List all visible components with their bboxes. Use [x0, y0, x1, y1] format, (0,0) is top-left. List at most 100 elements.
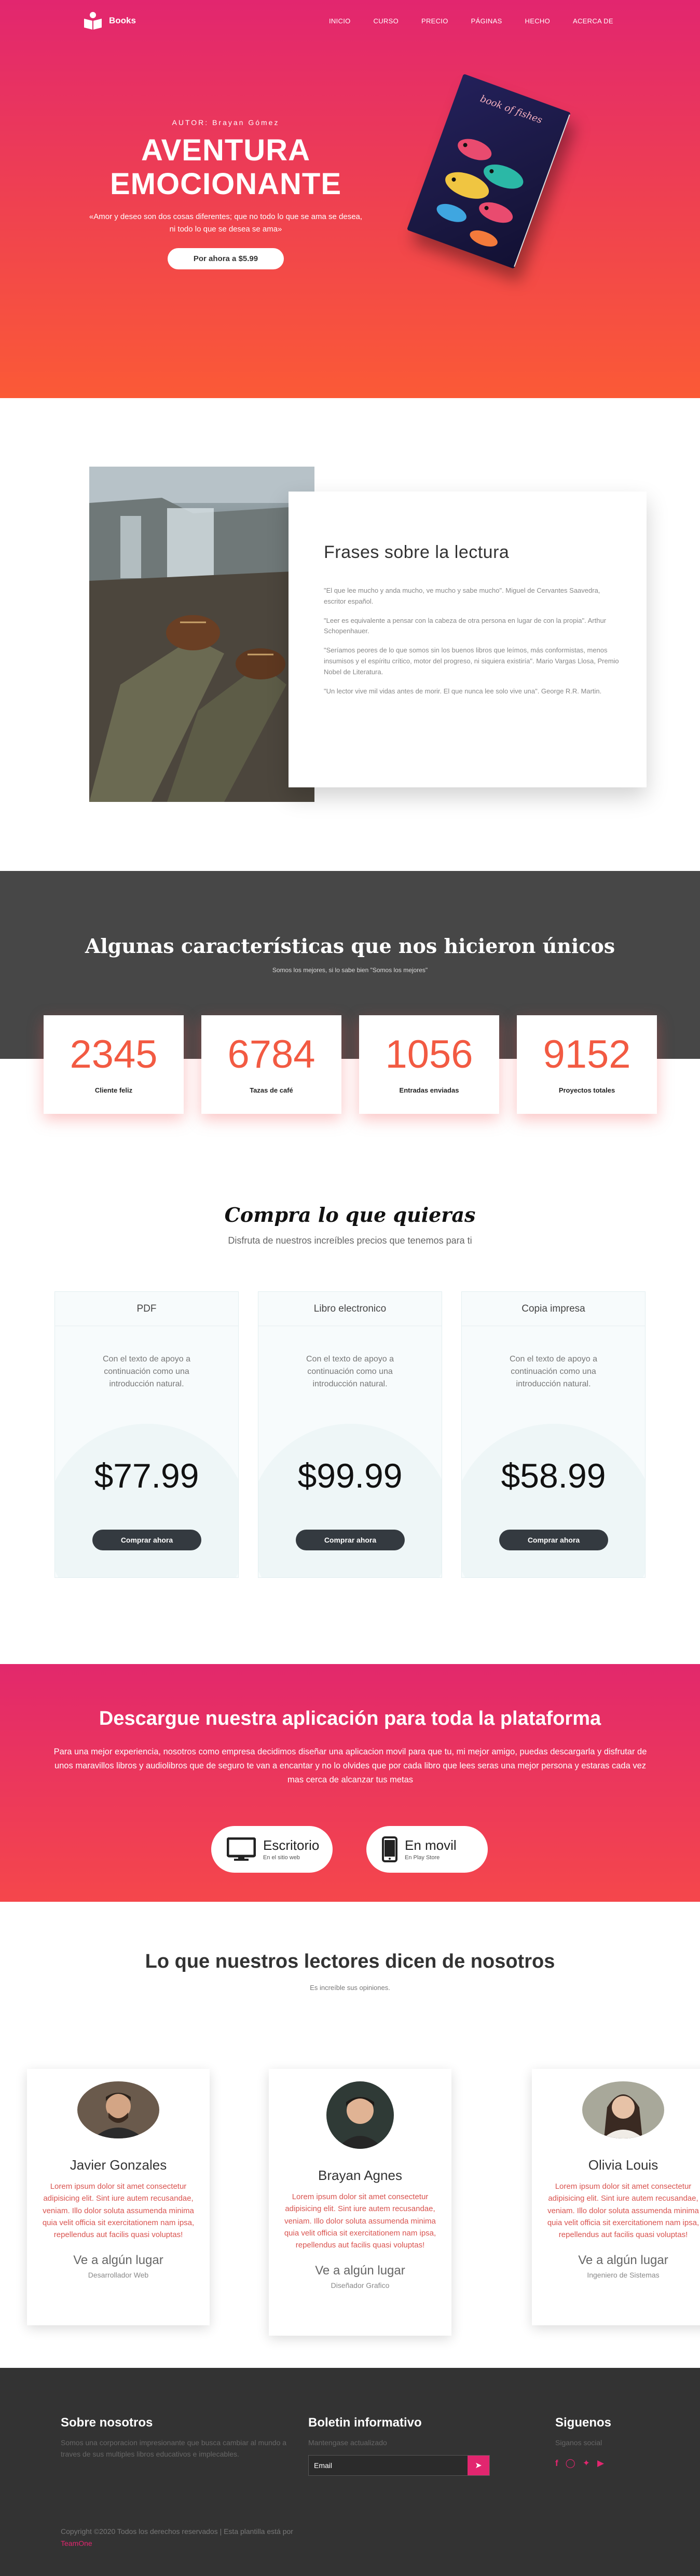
- plan-price: $58.99: [501, 1456, 606, 1495]
- avatar-olivia-image: [582, 2081, 664, 2138]
- nav-inicio[interactable]: INICIO: [329, 17, 351, 25]
- waterfall-boots-image: [89, 467, 314, 802]
- hero-quote-line2: ni todo lo que se desea se ama»: [169, 224, 282, 234]
- copyright: Copyright ©2020 Todos los derechos reser…: [61, 2526, 310, 2550]
- pricing-subtitle: Disfruta de nuestros increíbles precios …: [228, 1235, 472, 1246]
- pricing-section: Compra lo que quieras Disfruta de nuestr…: [0, 1141, 700, 1664]
- stat-card-coffee: 6784 Tazas de café: [201, 1015, 341, 1114]
- download-text: Para una mejor experiencia, nosotros com…: [53, 1747, 647, 1785]
- avatar-brayan-image: [326, 2081, 394, 2149]
- quotes-title: Frases sobre la lectura: [324, 542, 510, 562]
- desktop-label: Escritorio: [263, 1837, 320, 1853]
- quote-item: "Leer es equivalente a pensar con la cab…: [324, 616, 607, 635]
- nav-curso[interactable]: CURSO: [374, 17, 399, 25]
- instagram-icon[interactable]: ◯: [566, 2458, 575, 2469]
- mobile-sublabel: En Play Store: [405, 1854, 440, 1861]
- plan-card-pdf: PDF Con el texto de apoyo a continuación…: [54, 1291, 239, 1578]
- reviewer-place: Ve a algún lugar: [578, 2253, 668, 2268]
- brand-name: Books: [109, 16, 136, 25]
- stat-label: Cliente feliz: [94, 1086, 133, 1094]
- avatar-javier-image: [77, 2081, 159, 2138]
- download-title: Descargue nuestra aplicación para toda l…: [99, 1708, 601, 1729]
- pricing-title: Compra lo que quieras: [224, 1203, 476, 1226]
- stat-label: Proyectos totales: [558, 1086, 615, 1094]
- brand-logo[interactable]: Books: [83, 11, 136, 30]
- plan-name: PDF: [55, 1292, 238, 1326]
- nav-hecho[interactable]: HECHO: [525, 17, 550, 25]
- testimonials-title: Lo que nuestros lectores dicen de nosotr…: [145, 1951, 555, 1972]
- quotes-section: Frases sobre la lectura "El que lee much…: [0, 398, 700, 871]
- avatar: [77, 2081, 159, 2138]
- youtube-icon[interactable]: ▶: [597, 2458, 604, 2469]
- features-title: Algunas características que nos hicieron…: [85, 934, 615, 958]
- reviewer-name: Brayan Agnes: [318, 2168, 402, 2183]
- review-text: Lorem ipsum dolor sit amet consectetur a…: [284, 2192, 436, 2250]
- hero-quote: «Amor y deseo son dos cosas diferentes; …: [62, 211, 389, 236]
- reviewer-place: Ve a algún lugar: [73, 2253, 163, 2268]
- nav-paginas[interactable]: PÁGINAS: [471, 17, 502, 25]
- footer-follow-title: Siguenos: [555, 2416, 612, 2430]
- testimonial-card: Brayan Agnes Lorem ipsum dolor sit amet …: [269, 2069, 451, 2336]
- plan-price: $77.99: [94, 1456, 199, 1495]
- hero-title-line1: AVENTURA: [141, 133, 310, 167]
- buy-ebook-button[interactable]: Comprar ahora: [296, 1530, 405, 1550]
- plan-decor-circle: [462, 1424, 645, 1577]
- twitter-icon[interactable]: ✦: [583, 2458, 590, 2469]
- quote-item: "Un lector vive mil vidas antes de morir…: [324, 687, 602, 695]
- book-cover-image: book of fishes: [406, 74, 571, 269]
- stat-card-projects: 9152 Proyectos totales: [517, 1015, 657, 1114]
- avatar: [326, 2081, 394, 2149]
- mobile-phone-icon: [382, 1836, 397, 1862]
- features-subtitle: Somos los mejores, si lo sabe bien "Somo…: [272, 966, 428, 974]
- fish-illustration-icon: [436, 139, 524, 247]
- testimonials-subtitle: Es increíble sus opiniones.: [310, 1984, 390, 1992]
- facebook-icon[interactable]: f: [555, 2458, 558, 2469]
- copyright-link[interactable]: TeamOne: [61, 2539, 92, 2547]
- nav-precio[interactable]: PRECIO: [421, 17, 448, 25]
- quote-item: "Seríamos peores de lo que somos sin los…: [324, 646, 619, 676]
- plan-card-ebook: Libro electronico Con el texto de apoyo …: [258, 1291, 442, 1578]
- download-section: Descargue nuestra aplicación para toda l…: [0, 1664, 700, 1902]
- footer-newsletter-text: Mantengase actualizado: [308, 2438, 387, 2447]
- stat-number: 6784: [227, 1032, 315, 1076]
- buy-now-button[interactable]: Por ahora a $5.99: [167, 248, 284, 269]
- plan-description: Con el texto de apoyo a continuación com…: [102, 1355, 190, 1388]
- nav-acerca-de[interactable]: ACERCA DE: [573, 17, 613, 25]
- hero-content: AUTOR: Brayan Gómez AVENTURA EMOCIONANTE…: [62, 118, 389, 269]
- plan-description: Con el texto de apoyo a continuación com…: [509, 1355, 597, 1388]
- hero-title: AVENTURA EMOCIONANTE: [62, 133, 389, 201]
- reviewer-name: Olivia Louis: [588, 2157, 658, 2173]
- hero-author: AUTOR: Brayan Gómez: [172, 118, 280, 127]
- footer-about-text: Somos una corporacion impresionante que …: [61, 2438, 287, 2458]
- buy-pdf-button[interactable]: Comprar ahora: [92, 1530, 201, 1550]
- reviewer-role: Ingeniero de Sistemas: [587, 2271, 660, 2280]
- footer-newsletter-title: Boletin informativo: [308, 2416, 422, 2430]
- stat-number: 9152: [543, 1032, 631, 1076]
- plan-description: Con el texto de apoyo a continuación com…: [306, 1355, 394, 1388]
- reviewer-role: Desarrollador Web: [88, 2271, 149, 2280]
- stat-number: 2345: [70, 1032, 158, 1076]
- features-section: Algunas características que nos hicieron…: [0, 871, 700, 1141]
- hero-quote-line1: «Amor y deseo son dos cosas diferentes; …: [89, 212, 363, 221]
- reviewer-place: Ve a algún lugar: [315, 2264, 405, 2278]
- footer-about-title: Sobre nosotros: [61, 2416, 153, 2430]
- reviewer-role: Diseñador Grafico: [331, 2281, 390, 2290]
- newsletter-submit-button[interactable]: ➤: [468, 2456, 489, 2475]
- main-menu: INICIO CURSO PRECIO PÁGINAS HECHO ACERCA…: [329, 17, 636, 25]
- reviewer-name: Javier Gonzales: [70, 2157, 167, 2173]
- newsletter-email-input[interactable]: [309, 2456, 468, 2475]
- buy-print-button[interactable]: Comprar ahora: [499, 1530, 608, 1550]
- plan-price: $99.99: [297, 1456, 403, 1495]
- plan-card-print: Copia impresa Con el texto de apoyo a co…: [461, 1291, 646, 1578]
- plan-decor-circle: [55, 1424, 238, 1577]
- avatar: [582, 2081, 664, 2138]
- review-text: Lorem ipsum dolor sit amet consectetur a…: [42, 2182, 195, 2239]
- mobile-download-button[interactable]: En movil En Play Store: [366, 1826, 488, 1873]
- desktop-download-button[interactable]: Escritorio En el sitio web: [211, 1826, 333, 1873]
- quote-item: "El que lee mucho y anda mucho, ve mucho…: [324, 587, 600, 605]
- stat-label: Tazas de café: [250, 1086, 293, 1094]
- testimonial-card: Olivia Louis Lorem ipsum dolor sit amet …: [532, 2069, 700, 2325]
- mobile-label: En movil: [405, 1837, 457, 1853]
- testimonials-section: Lo que nuestros lectores dicen de nosotr…: [0, 1902, 700, 2368]
- desktop-sublabel: En el sitio web: [263, 1854, 300, 1861]
